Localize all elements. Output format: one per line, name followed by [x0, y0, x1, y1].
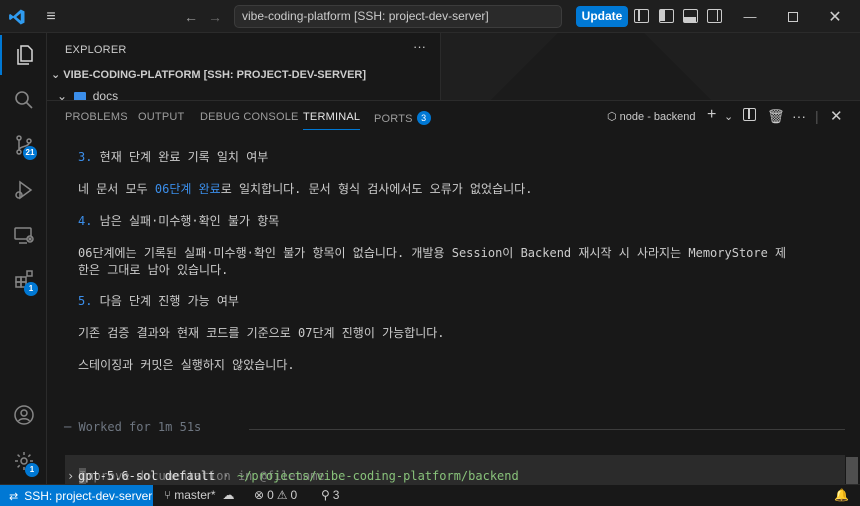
remote-label: SSH: project-dev-server: [24, 489, 153, 503]
more-actions-icon[interactable]: ···: [792, 108, 806, 124]
panel-tabs: PROBLEMS OUTPUT DEBUG CONSOLE TERMINAL P…: [47, 101, 860, 134]
folder-icon: [74, 92, 87, 100]
minimize-icon[interactable]: —: [735, 0, 765, 33]
forward-arrow-icon[interactable]: →: [206, 0, 224, 33]
toggle-primary-sidebar-icon[interactable]: [659, 9, 674, 23]
tab-ports[interactable]: PORTS 3: [374, 111, 431, 125]
workspace-name: VIBE-CODING-PLATFORM [SSH: PROJECT-DEV-S…: [63, 69, 367, 81]
broadcast-icon: ⚲: [321, 488, 330, 502]
more-actions-icon[interactable]: ···: [413, 39, 426, 54]
search-icon[interactable]: [0, 80, 47, 120]
explorer-title: EXPLORER: [65, 44, 127, 56]
tab-output[interactable]: OUTPUT: [138, 111, 184, 123]
chevron-down-icon[interactable]: ⌄: [724, 110, 733, 123]
model-status-line: gpt-5.6-sol default · ~/projects/vibe-co…: [78, 469, 519, 483]
folder-item-docs[interactable]: ⌄ docs: [57, 89, 118, 100]
layout-customize-icon[interactable]: [634, 9, 649, 23]
terminal-scrollbar[interactable]: [846, 457, 858, 485]
warning-count: 0: [290, 488, 298, 502]
error-count: 0: [267, 488, 274, 502]
terminal-output[interactable]: 3. 현재 단계 완료 기록 일치 여부 네 문서 모두 06단계 완료로 일치…: [47, 134, 845, 501]
divider: |: [815, 108, 819, 124]
divider: [249, 429, 845, 430]
worked-duration: ─ Worked for 1m 51s: [64, 420, 202, 434]
prompt-chevron-icon: ›: [67, 469, 75, 483]
manage-gear-icon[interactable]: 1: [0, 441, 47, 481]
chevron-down-icon: ⌄: [57, 89, 71, 100]
terminal-icon: ⬡: [607, 111, 620, 123]
remote-icon: ⇄: [9, 490, 19, 503]
working-directory: ~/projects/vibe-coding-platform/backend: [236, 469, 519, 483]
remote-indicator[interactable]: ⇄ SSH: project-dev-server: [0, 485, 153, 506]
toggle-panel-icon[interactable]: [683, 9, 698, 23]
terminal-line: 5. 다음 단계 진행 가능 여부: [78, 294, 239, 308]
back-arrow-icon[interactable]: ←: [182, 0, 200, 33]
account-icon[interactable]: [0, 395, 47, 435]
terminal-line: 기존 검증 결과와 현재 코드를 기준으로 07단계 진행이 가능합니다.: [78, 326, 445, 340]
terminal-line: 스테이징과 커밋은 실행하지 않았습니다.: [78, 358, 295, 372]
terminal-selector[interactable]: ⬡ node - backend: [607, 110, 696, 123]
extensions-badge: 1: [24, 282, 38, 296]
error-icon: ⊗: [254, 488, 265, 502]
watermark-logo-icon: [487, 33, 715, 100]
extensions-icon[interactable]: 1: [0, 260, 47, 300]
toggle-secondary-sidebar-icon[interactable]: [707, 9, 722, 23]
editor-area: [441, 33, 860, 100]
chevron-down-icon: ⌄: [51, 69, 64, 81]
trash-icon[interactable]: 🗑: [767, 108, 785, 125]
ports-count: 3: [332, 488, 340, 502]
model-name: gpt-5.6-sol default: [78, 469, 216, 483]
terminal-name: node - backend: [619, 111, 696, 123]
close-window-icon[interactable]: ✕: [820, 0, 850, 33]
terminal-line: 3. 현재 단계 완료 기록 일치 여부: [78, 150, 269, 164]
problems-indicator[interactable]: ⊗ 0 ⚠ 0: [254, 488, 297, 502]
branch-name: master*: [174, 488, 216, 502]
terminal-line: 네 문서 모두 06단계 완료로 일치합니다. 문서 형식 검사에서도 오류가 …: [78, 182, 533, 196]
bottom-panel: PROBLEMS OUTPUT DEBUG CONSOLE TERMINAL P…: [47, 100, 860, 501]
tab-ports-label: PORTS: [374, 113, 413, 125]
folder-label: docs: [92, 89, 119, 100]
split-terminal-icon[interactable]: [743, 108, 756, 121]
terminal-line: 4. 남은 실패·미수행·확인 불가 항목: [78, 214, 280, 228]
terminal-line: 06단계에는 기록된 실패·미수행·확인 불가 항목이 없습니다. 개발용 Se…: [78, 246, 787, 260]
activity-bar: 21 1 1: [0, 33, 47, 484]
explorer-icon[interactable]: [0, 35, 47, 75]
update-button[interactable]: Update: [576, 6, 628, 27]
hamburger-menu-icon[interactable]: ≡: [40, 0, 62, 33]
tab-debug-console[interactable]: DEBUG CONSOLE: [200, 111, 299, 123]
new-terminal-icon[interactable]: +: [707, 106, 716, 124]
settings-badge: 1: [25, 463, 39, 477]
title-bar: ≡ ← → vibe-coding-platform [SSH: project…: [0, 0, 860, 33]
warning-icon: ⚠: [276, 488, 288, 502]
close-panel-icon[interactable]: ✕: [830, 107, 843, 125]
workspace-folder-header[interactable]: ⌄ VIBE-CODING-PLATFORM [SSH: PROJECT-DEV…: [51, 68, 366, 81]
branch-indicator[interactable]: ⑂ master* ☁: [164, 488, 235, 502]
tab-terminal[interactable]: TERMINAL: [303, 111, 361, 130]
sync-cloud-icon: ☁: [222, 488, 235, 502]
notifications-bell-icon[interactable]: 🔔: [834, 488, 849, 502]
ports-badge: 3: [416, 111, 431, 125]
run-debug-icon[interactable]: [0, 170, 47, 210]
terminal-line: 한은 그대로 남아 있습니다.: [78, 263, 229, 277]
source-control-icon[interactable]: 21: [0, 125, 47, 165]
ports-indicator[interactable]: ⚲ 3: [321, 488, 339, 502]
git-branch-icon: ⑂: [164, 488, 172, 502]
explorer-sidebar: EXPLORER ··· ⌄ VIBE-CODING-PLATFORM [SSH…: [47, 33, 441, 100]
source-control-badge: 21: [23, 146, 37, 160]
command-center[interactable]: vibe-coding-platform [SSH: project-dev-s…: [234, 5, 562, 28]
remote-explorer-icon[interactable]: [0, 215, 47, 255]
status-bar: ⇄ SSH: project-dev-server ⑂ master* ☁ ⊗ 0 ⚠…: [0, 484, 860, 506]
vscode-logo-icon: [6, 0, 28, 33]
maximize-icon[interactable]: [778, 0, 808, 33]
tab-problems[interactable]: PROBLEMS: [65, 111, 128, 123]
